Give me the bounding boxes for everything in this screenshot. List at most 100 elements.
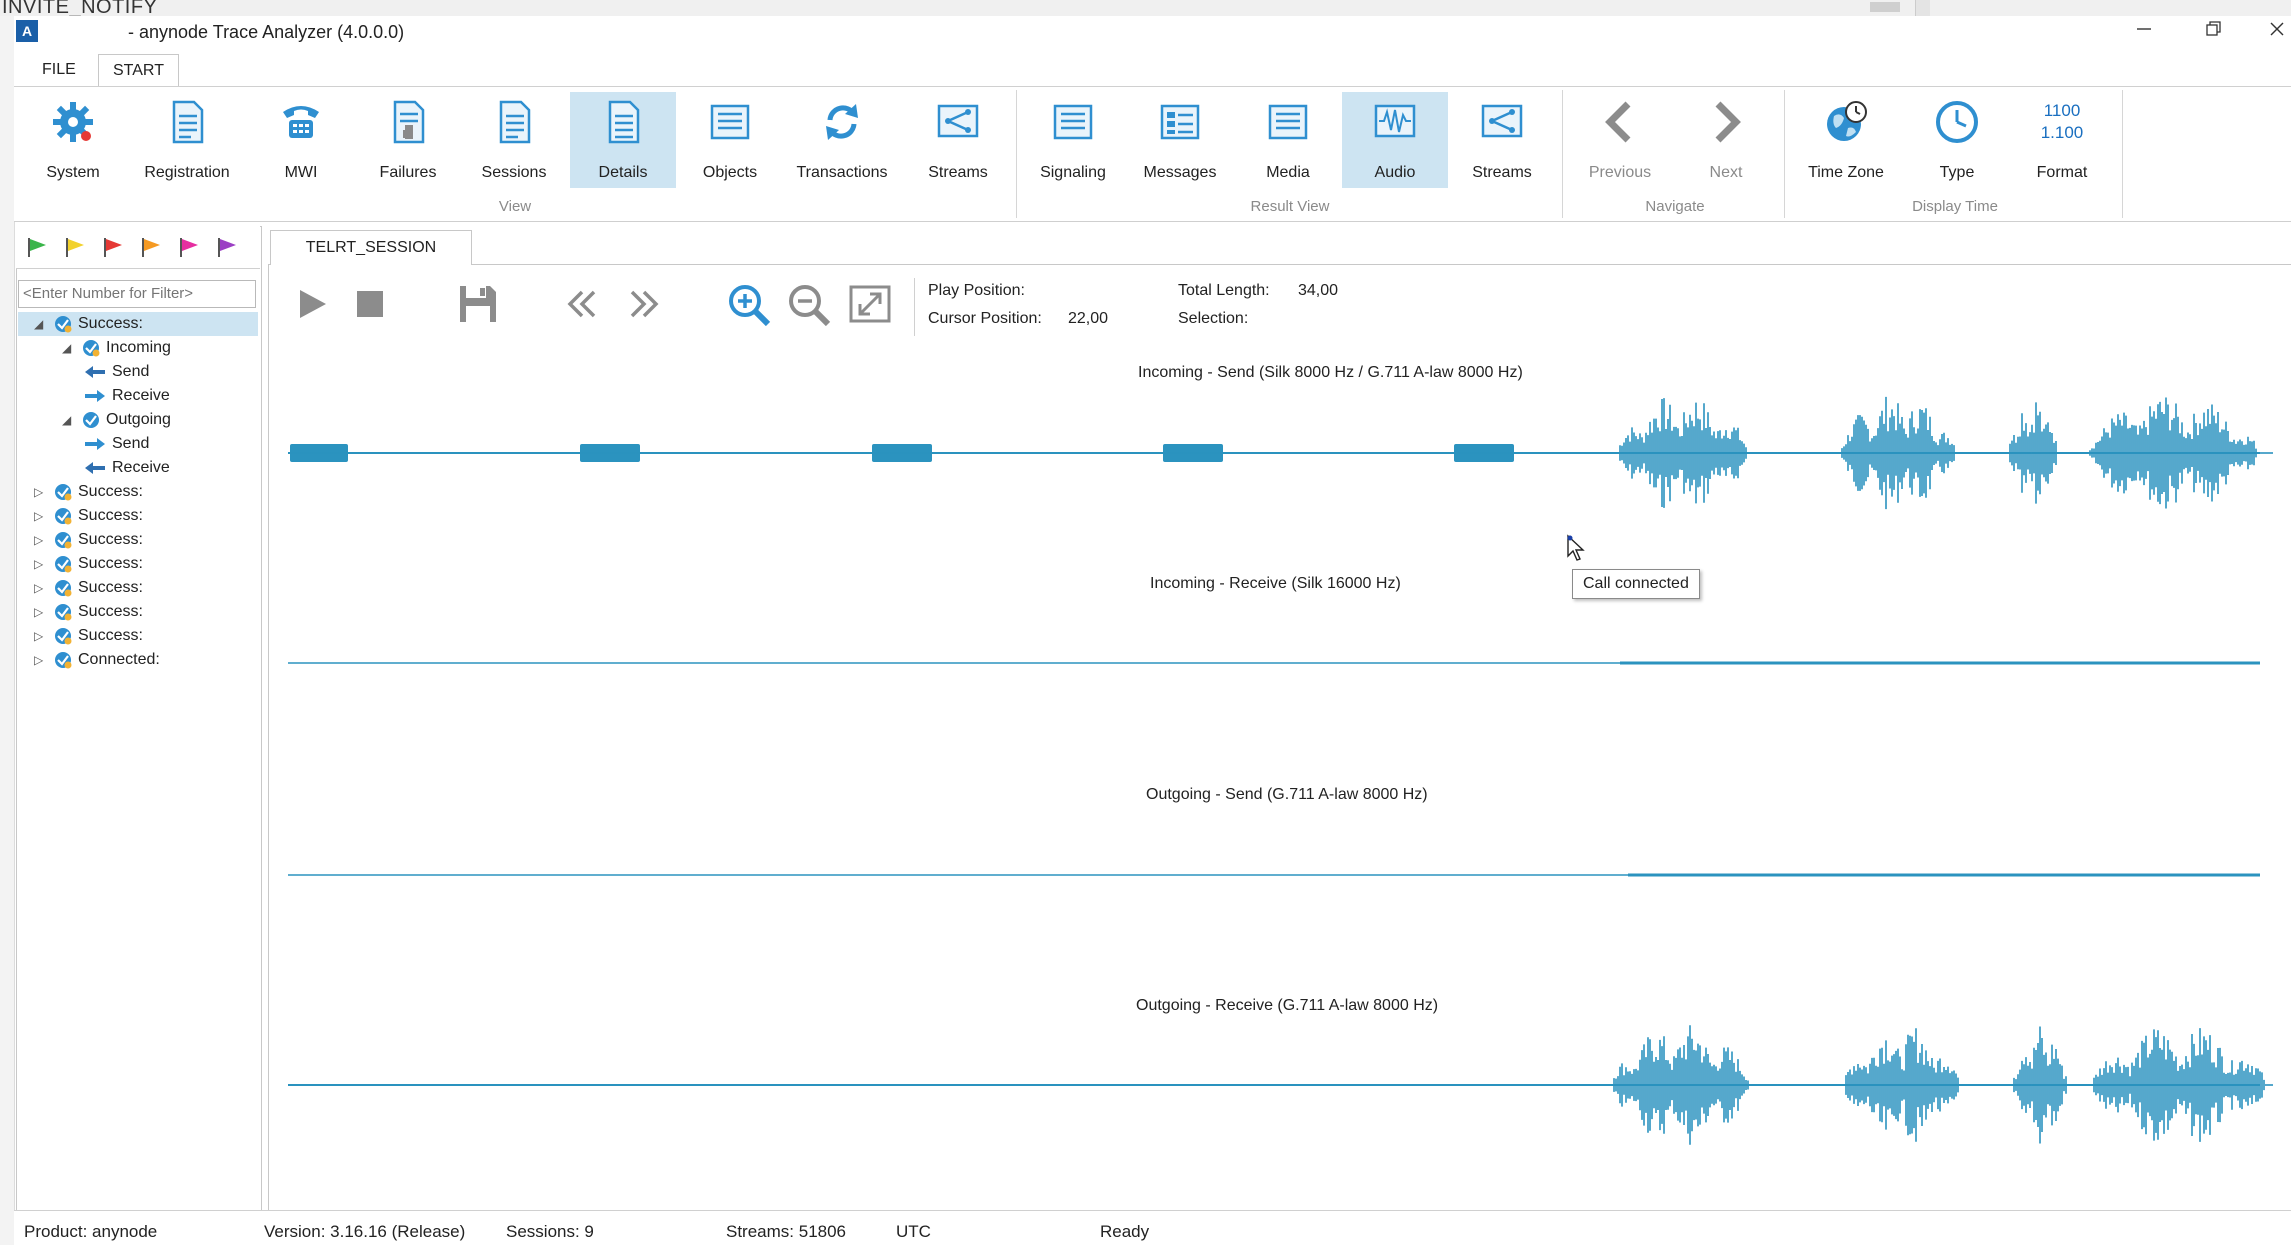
zoom-in-button[interactable]	[726, 282, 772, 327]
globe-clock-icon	[1827, 101, 1867, 141]
play-position-label: Play Position:	[928, 282, 1025, 299]
type-button[interactable]: Type	[1914, 92, 2000, 188]
tree-item[interactable]: ▷ Success:	[18, 504, 258, 528]
signaling-button[interactable]: Signaling	[1030, 92, 1116, 188]
tree-item[interactable]: ▷ Success:	[18, 624, 258, 648]
zoom-fit-button[interactable]	[848, 282, 892, 326]
save-button[interactable]	[456, 282, 496, 326]
system-label: System	[46, 164, 100, 181]
close-button[interactable]	[2262, 16, 2291, 48]
objects-button[interactable]: Objects	[690, 92, 770, 188]
orange-flag-icon[interactable]	[140, 236, 162, 258]
green-flag-icon[interactable]	[26, 236, 48, 258]
tab-file[interactable]: FILE	[28, 54, 90, 86]
failures-button[interactable]: Failures	[368, 92, 448, 188]
play-button[interactable]	[292, 282, 332, 326]
purple-flag-icon[interactable]	[216, 236, 238, 258]
session-status-icon	[55, 556, 72, 573]
collapse-toggle-icon[interactable]: ◢	[62, 408, 71, 432]
registration-button[interactable]: Registration	[132, 92, 242, 188]
red-flag-icon[interactable]	[102, 236, 124, 258]
time-zone-button[interactable]: Time Zone	[1798, 92, 1894, 188]
document-details-icon	[608, 100, 640, 144]
tab-telrt-session[interactable]: TELRT_SESSION	[270, 230, 472, 265]
tree-item[interactable]: ▷ Success:	[18, 600, 258, 624]
waveform-incoming-receive[interactable]	[288, 600, 2274, 730]
waveform-incoming-send[interactable]	[288, 360, 2274, 530]
tree-item-label: Success:	[78, 531, 143, 548]
waveform-outgoing-send[interactable]	[288, 812, 2274, 942]
expand-toggle-icon[interactable]: ▷	[34, 552, 43, 576]
format-icon-text-1: 1100	[2043, 101, 2081, 120]
details-button[interactable]: Details	[570, 92, 676, 188]
tree-item[interactable]: Send	[18, 432, 258, 456]
mwi-label: MWI	[284, 164, 318, 181]
tree-item-label: Success:	[78, 555, 143, 572]
tree-item-label: Incoming	[106, 339, 171, 356]
zoom-out-icon	[789, 285, 831, 327]
system-button[interactable]: System	[36, 92, 110, 188]
restore-icon	[2206, 21, 2221, 36]
session-status-icon	[55, 604, 72, 621]
tree-item[interactable]: ◢ Success:	[18, 312, 258, 336]
mwi-button[interactable]: MWI	[266, 92, 336, 188]
signaling-label: Signaling	[1040, 164, 1106, 181]
tree-item[interactable]: Receive	[18, 456, 258, 480]
waveform-trace	[288, 396, 2273, 510]
type-label: Type	[1939, 164, 1975, 181]
expand-toggle-icon[interactable]: ▷	[34, 600, 43, 624]
zoom-in-icon	[729, 285, 771, 327]
minimize-button[interactable]	[2124, 16, 2164, 48]
previous-button[interactable]: Previous	[1578, 92, 1662, 188]
expand-toggle-icon[interactable]: ▷	[34, 576, 43, 600]
expand-toggle-icon[interactable]: ▷	[34, 528, 43, 552]
expand-toggle-icon[interactable]: ▷	[34, 504, 43, 528]
close-icon	[2270, 22, 2283, 36]
tree-item-label: Send	[112, 435, 150, 452]
background-window-strip	[0, 0, 2291, 17]
tree-item[interactable]: ▷ Success:	[18, 552, 258, 576]
streams-view-button[interactable]: Streams	[916, 92, 1000, 188]
tree-item[interactable]: ▷ Success:	[18, 480, 258, 504]
transactions-button[interactable]: Transactions	[786, 92, 898, 188]
streams-result-label: Streams	[1472, 164, 1532, 181]
forward-button[interactable]	[624, 282, 664, 326]
restore-button[interactable]	[2194, 16, 2234, 48]
format-button[interactable]: 1100 1.100 Format	[2018, 92, 2106, 188]
tree-item[interactable]: ▷ Success:	[18, 576, 258, 600]
stop-button[interactable]	[350, 282, 390, 326]
background-scrollbar[interactable]	[1915, 0, 1930, 16]
tree-item[interactable]: Receive	[18, 384, 258, 408]
waveform-title-incoming-receive: Incoming - Receive (Silk 16000 Hz)	[1150, 575, 1401, 592]
tree-item[interactable]: ◢ Incoming	[18, 336, 258, 360]
tree-item[interactable]: ▷ Connected:	[18, 648, 258, 672]
tree-item[interactable]: ▷ Success:	[18, 528, 258, 552]
tree-item-label: Success:	[78, 483, 143, 500]
tree-item[interactable]: Send	[18, 360, 258, 384]
save-icon	[460, 286, 496, 322]
expand-toggle-icon[interactable]: ▷	[34, 624, 43, 648]
zoom-out-button[interactable]	[786, 282, 832, 327]
collapse-toggle-icon[interactable]: ◢	[62, 336, 71, 360]
double-chevron-right-icon	[630, 290, 659, 318]
filter-input[interactable]	[18, 280, 256, 308]
media-button[interactable]: Media	[1248, 92, 1328, 188]
waveform-outgoing-receive[interactable]	[288, 990, 2274, 1180]
sessions-button[interactable]: Sessions	[474, 92, 554, 188]
background-scrollbar-thumb[interactable]	[1870, 2, 1900, 12]
next-button[interactable]: Next	[1686, 92, 1766, 188]
yellow-flag-icon[interactable]	[64, 236, 86, 258]
tab-start[interactable]: START	[98, 54, 179, 87]
rewind-button[interactable]	[562, 282, 602, 326]
audio-button[interactable]: Audio	[1342, 92, 1448, 188]
expand-toggle-icon[interactable]: ▷	[34, 480, 43, 504]
expand-toggle-icon[interactable]: ▷	[34, 648, 43, 672]
status-state: Ready	[1100, 1222, 1150, 1241]
refresh-icon	[826, 104, 858, 140]
tree-item[interactable]: ◢ Outgoing	[18, 408, 258, 432]
messages-button[interactable]: Messages	[1136, 92, 1224, 188]
pink-flag-icon[interactable]	[178, 236, 200, 258]
collapse-toggle-icon[interactable]: ◢	[34, 312, 43, 336]
toolbar-separator	[914, 278, 915, 336]
streams-result-button[interactable]: Streams	[1460, 92, 1544, 188]
